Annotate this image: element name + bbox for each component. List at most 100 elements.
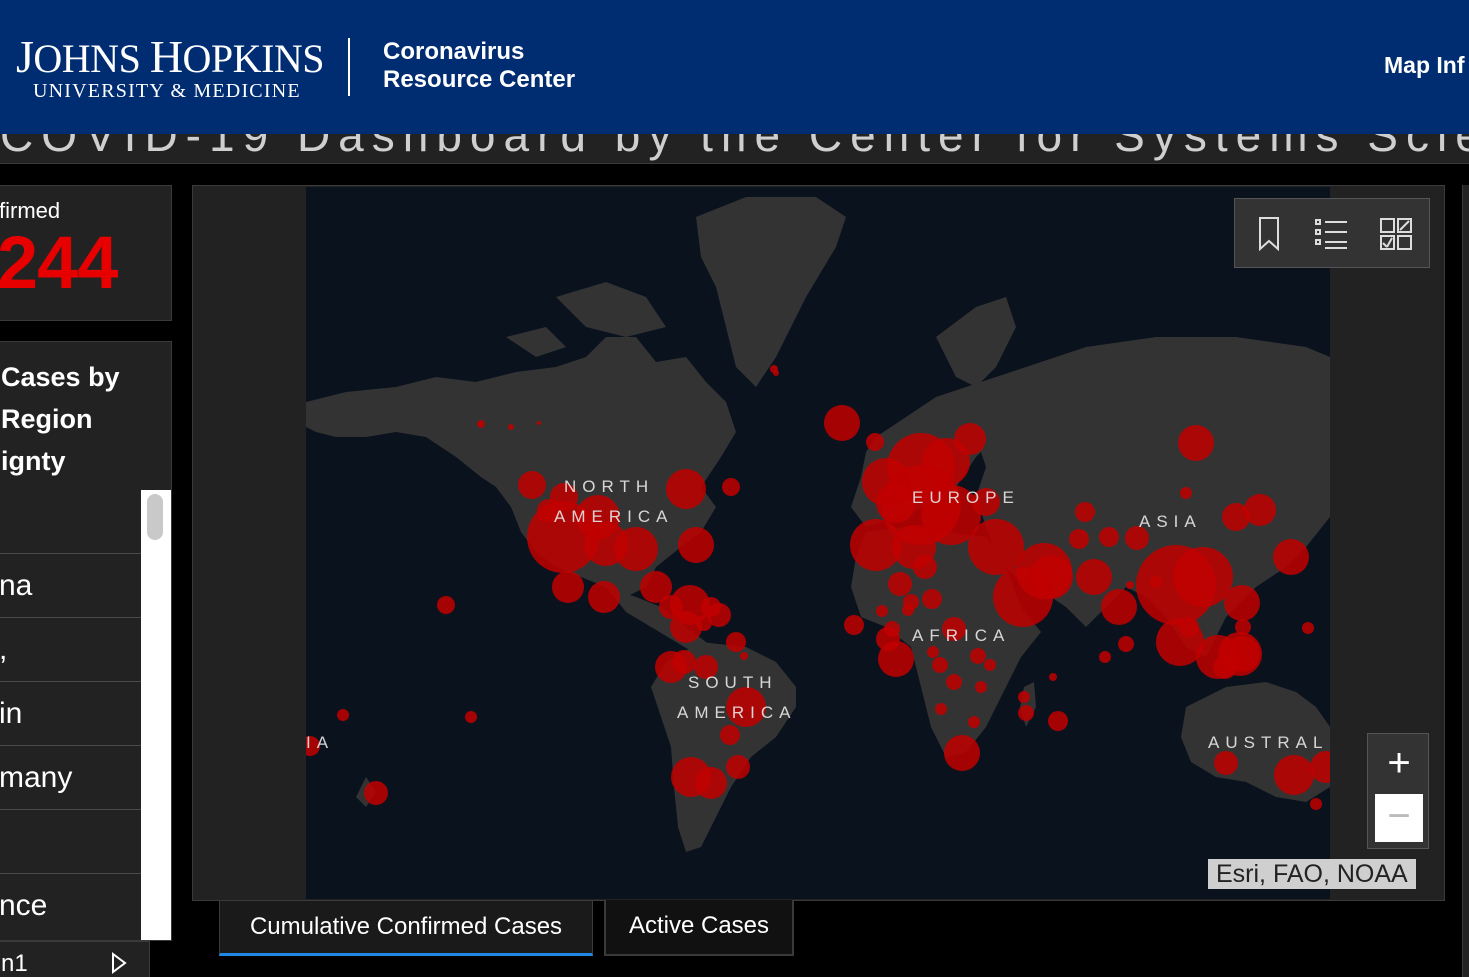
case-marker[interactable]	[1049, 673, 1057, 681]
pager-label: n1	[1, 950, 28, 977]
case-marker[interactable]	[1018, 705, 1034, 721]
case-marker[interactable]	[970, 648, 986, 664]
case-marker[interactable]	[588, 581, 620, 613]
case-marker[interactable]	[726, 632, 746, 652]
header-divider	[348, 38, 350, 96]
case-marker[interactable]	[913, 555, 937, 579]
case-marker[interactable]	[1178, 425, 1214, 461]
case-marker[interactable]	[678, 527, 714, 563]
greenland-landmass	[696, 197, 846, 387]
right-panel-edge	[1462, 185, 1469, 977]
case-marker[interactable]	[1179, 617, 1199, 637]
resource-center-title[interactable]: Coronavirus Resource Center	[383, 38, 575, 94]
case-marker[interactable]	[518, 471, 546, 499]
region-list-scrollbar[interactable]	[141, 490, 171, 940]
case-marker[interactable]	[1310, 798, 1322, 810]
case-marker[interactable]	[975, 681, 987, 693]
case-marker[interactable]	[1048, 711, 1068, 731]
case-marker[interactable]	[552, 571, 584, 603]
case-marker[interactable]	[364, 781, 388, 805]
cases-by-region-panel: Cases by Region ignty na , in many nce	[0, 341, 172, 941]
tab-active-cases[interactable]: Active Cases	[604, 900, 794, 956]
case-marker[interactable]	[770, 365, 778, 373]
case-marker[interactable]	[666, 469, 706, 509]
case-marker[interactable]	[1224, 585, 1260, 621]
tab-cumulative-confirmed-cases[interactable]: Cumulative Confirmed Cases	[219, 900, 593, 956]
list-item[interactable]: ,	[0, 617, 141, 681]
case-marker[interactable]	[1099, 651, 1111, 663]
map-attribution[interactable]: Esri, FAO, NOAA	[1208, 859, 1416, 889]
case-marker[interactable]	[1302, 622, 1314, 634]
world-map[interactable]: NORTH AMERICA EUROPE ASIA AFRICA SOUTH A…	[306, 187, 1330, 899]
case-marker[interactable]	[1069, 529, 1089, 549]
case-marker[interactable]	[477, 420, 485, 428]
case-marker[interactable]	[1273, 539, 1309, 575]
case-marker[interactable]	[695, 767, 727, 799]
case-marker[interactable]	[876, 605, 888, 617]
map-info-link[interactable]: Map Inf	[1384, 52, 1465, 79]
case-marker[interactable]	[508, 424, 514, 430]
case-marker[interactable]	[902, 604, 914, 616]
case-marker[interactable]	[946, 674, 962, 690]
case-marker[interactable]	[884, 621, 900, 637]
case-marker[interactable]	[935, 703, 947, 715]
case-marker[interactable]	[437, 596, 455, 614]
list-item[interactable]: many	[0, 745, 141, 809]
case-marker[interactable]	[927, 646, 939, 658]
case-marker[interactable]	[984, 659, 996, 671]
case-marker[interactable]	[1075, 502, 1095, 522]
case-marker[interactable]	[537, 421, 541, 425]
case-marker[interactable]	[726, 755, 750, 779]
case-marker[interactable]	[888, 572, 912, 596]
scandinavia-landmass	[936, 297, 1016, 387]
case-marker[interactable]	[954, 423, 986, 455]
case-marker[interactable]	[337, 709, 349, 721]
basemap-gallery-icon[interactable]	[1377, 215, 1417, 253]
case-marker[interactable]	[1274, 755, 1314, 795]
case-marker[interactable]	[722, 478, 740, 496]
case-marker[interactable]	[944, 735, 980, 771]
case-marker[interactable]	[465, 711, 477, 723]
case-marker[interactable]	[1150, 576, 1162, 588]
list-item[interactable]: in	[0, 681, 141, 745]
case-marker[interactable]	[1101, 589, 1137, 625]
case-marker[interactable]	[1126, 581, 1134, 589]
case-marker[interactable]	[720, 725, 740, 745]
case-marker[interactable]	[707, 603, 731, 627]
list-item[interactable]: nce	[0, 873, 141, 937]
bookmark-icon[interactable]	[1249, 215, 1289, 253]
case-marker[interactable]	[1118, 636, 1134, 652]
zoom-out-button[interactable]: −	[1375, 794, 1423, 842]
case-marker[interactable]	[672, 650, 696, 674]
case-marker[interactable]	[968, 519, 1024, 575]
triangle-right-icon[interactable]	[111, 952, 127, 977]
zoom-in-button[interactable]: +	[1375, 740, 1423, 788]
logo-letter-h: H	[149, 31, 183, 82]
case-marker[interactable]	[1218, 632, 1262, 676]
case-marker[interactable]	[614, 527, 658, 571]
list-icon[interactable]	[1313, 215, 1353, 253]
case-marker[interactable]	[740, 652, 748, 660]
case-marker[interactable]	[844, 615, 864, 635]
case-marker[interactable]	[922, 589, 942, 609]
list-item[interactable]	[0, 809, 141, 873]
list-item[interactable]: na	[0, 553, 141, 617]
case-marker[interactable]	[1180, 487, 1192, 499]
case-marker[interactable]	[1018, 691, 1030, 703]
scrollbar-thumb[interactable]	[147, 494, 163, 540]
dashboard-root: JOHNS HOPKINS UNIVERSITY & MEDICINE Coro…	[0, 0, 1469, 977]
case-marker[interactable]	[866, 433, 884, 451]
case-marker[interactable]	[1099, 527, 1119, 547]
case-marker[interactable]	[824, 405, 860, 441]
jhu-logo[interactable]: JOHNS HOPKINS	[16, 30, 325, 83]
case-marker[interactable]	[1076, 559, 1112, 595]
case-marker[interactable]	[968, 716, 980, 728]
case-marker[interactable]	[878, 641, 914, 677]
logo-letter-j: J	[16, 31, 34, 82]
case-marker[interactable]	[1244, 494, 1276, 526]
case-marker[interactable]	[1173, 547, 1233, 607]
case-marker[interactable]	[1214, 751, 1238, 775]
crc-line-2: Resource Center	[383, 66, 576, 93]
case-marker[interactable]	[1029, 555, 1073, 599]
case-marker[interactable]	[932, 657, 948, 673]
